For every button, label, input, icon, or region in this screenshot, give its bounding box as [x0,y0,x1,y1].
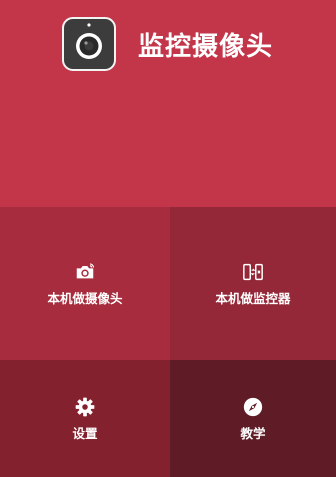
gear-icon [75,397,95,416]
settings-label: 设置 [72,425,98,441]
settings-button[interactable]: 设置 [0,360,170,477]
camera-icon [76,262,95,278]
camera-mode-label: 本机做摄像头 [47,290,123,306]
teaching-label: 教学 [240,425,266,441]
monitor-mode-button[interactable]: 本机做监控器 [170,207,336,360]
compass-icon [243,397,263,416]
phone-pair-icon [243,263,263,280]
monitor-mode-label: 本机做监控器 [215,290,291,306]
teaching-button[interactable]: 教学 [170,360,336,477]
camera-mode-button[interactable]: 本机做摄像头 [0,207,170,360]
app-title: 监控摄像头 [138,32,274,62]
app-header: 监控摄像头 [0,0,336,207]
camera-lens-icon [62,17,116,71]
